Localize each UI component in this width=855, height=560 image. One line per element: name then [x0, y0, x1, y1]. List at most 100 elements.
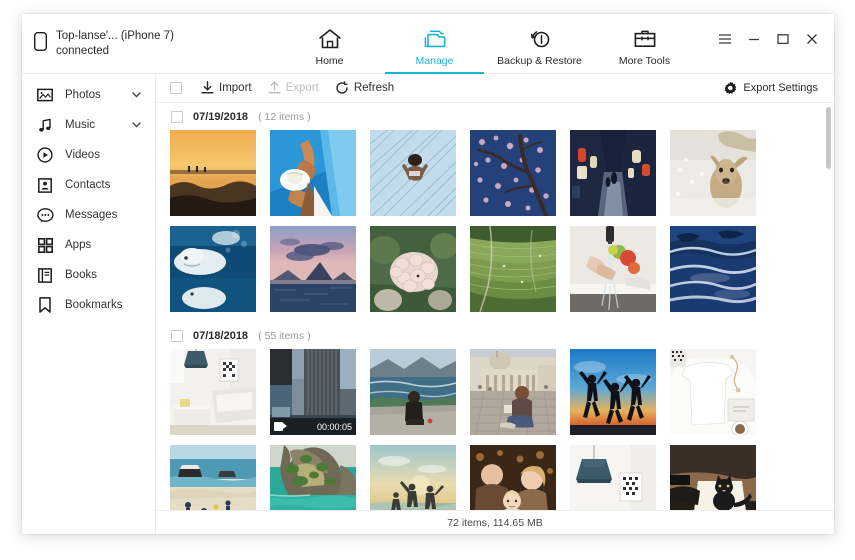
maximize-button[interactable] — [771, 28, 795, 50]
content-panel: Import Export Refresh Export Settings 07… — [156, 74, 834, 534]
nav-label-more-tools: More Tools — [618, 55, 671, 67]
refresh-label: Refresh — [353, 82, 395, 94]
nav-label-manage: Manage — [415, 55, 454, 67]
app-window: Top-lanse'... (iPhone 7) connected Home — [22, 14, 834, 534]
thumbnail-row — [170, 226, 834, 312]
sidebar-item-photos[interactable]: Photos — [22, 80, 155, 110]
export-settings-label: Export Settings — [743, 82, 818, 94]
thumbnail-pool-sunhat[interactable] — [270, 130, 356, 216]
group-checkbox[interactable] — [171, 329, 183, 342]
sidebar-label-photos: Photos — [65, 89, 101, 101]
status-summary: 72 items, 114.65 MB — [447, 516, 543, 529]
sidebar-label-bookmarks: Bookmarks — [65, 299, 123, 311]
thumbnail-cat-on-lap[interactable] — [670, 445, 756, 510]
photo-scroll-area[interactable]: 07/19/2018 ( 12 items ) 07/18/2018 (55 … — [156, 103, 834, 510]
sidebar-item-videos[interactable]: Videos — [22, 140, 155, 170]
import-button[interactable]: Import — [201, 81, 252, 95]
sidebar-label-music: Music — [65, 119, 96, 131]
thumbnail-white-living-room[interactable] — [170, 349, 256, 435]
sidebar-label-contacts: Contacts — [65, 179, 111, 191]
photo-icon — [36, 86, 54, 104]
video-badge: 00:00:05 — [270, 418, 356, 435]
nav-item-manage[interactable]: Manage — [382, 14, 487, 74]
sidebar-item-apps[interactable]: Apps — [22, 230, 155, 260]
thumbnail-swimmer-pool[interactable] — [370, 130, 456, 216]
minimize-button[interactable] — [742, 28, 766, 50]
thumbnail-dusk-mountain-sea[interactable] — [270, 226, 356, 312]
import-label: Import — [219, 82, 252, 94]
toolbox-icon — [632, 26, 658, 52]
import-icon — [201, 81, 214, 94]
export-label: Export — [285, 82, 319, 94]
content-toolbar: Import Export Refresh Export Settings — [156, 74, 834, 103]
thumbnail-couple-sea-sunset[interactable] — [370, 445, 456, 510]
menu-button[interactable] — [713, 28, 737, 50]
group-checkbox[interactable] — [171, 110, 183, 123]
refresh-icon — [336, 81, 348, 94]
thumbnail-tropical-beach-boats[interactable] — [170, 445, 256, 510]
thumbnail-cherry-blossom-night[interactable] — [470, 130, 556, 216]
close-button[interactable] — [800, 28, 824, 50]
chevron-down-icon[interactable] — [132, 120, 141, 130]
thumbnail-limestone-cliff-lagoon[interactable] — [270, 445, 356, 510]
video-duration: 00:00:05 — [316, 421, 352, 432]
nav-item-home[interactable]: Home — [277, 14, 382, 74]
sidebar-label-books: Books — [65, 269, 97, 281]
device-text: Top-lanse'... (iPhone 7) connected — [56, 29, 174, 59]
thumbnail-pendant-lamp-room[interactable] — [570, 445, 656, 510]
sidebar-item-contacts[interactable]: Contacts — [22, 170, 155, 200]
thumbnail-white-tshirt-flatlay[interactable] — [670, 349, 756, 435]
nav-label-home: Home — [315, 55, 344, 67]
chevron-down-icon[interactable] — [132, 90, 141, 100]
body-row: Photos Music Videos Contacts Messages Ap… — [22, 74, 834, 534]
backup-restore-icon — [527, 26, 553, 52]
thumbnail-deer-snow[interactable] — [670, 130, 756, 216]
refresh-button[interactable]: Refresh — [335, 81, 394, 95]
window-controls — [713, 28, 824, 50]
group-header: 07/19/2018 ( 12 items ) — [170, 103, 834, 130]
thumbnail-beluga-whale[interactable] — [170, 226, 256, 312]
sidebar-label-messages: Messages — [65, 209, 118, 221]
book-icon — [36, 266, 54, 284]
message-bubble-icon — [36, 206, 54, 224]
thumbnail-family-portrait[interactable] — [470, 445, 556, 510]
thumbnail-hydrangea-flower[interactable] — [370, 226, 456, 312]
thumbnail-row: 00:00:05 — [170, 349, 834, 435]
thumbnail-woman-sitting-coast[interactable] — [370, 349, 456, 435]
scrollbar-thumb[interactable] — [826, 107, 831, 169]
thumbnail-ocean-waves[interactable] — [670, 226, 756, 312]
sidebar-item-bookmarks[interactable]: Bookmarks — [22, 290, 155, 320]
group-count: ( 55 items ) — [258, 329, 311, 342]
group-date: 07/19/2018 — [193, 110, 249, 123]
group-header: 07/18/2018 ( 55 items ) — [170, 322, 834, 349]
export-button[interactable]: Export — [268, 81, 319, 95]
export-settings-button[interactable]: Export Settings — [723, 81, 818, 95]
sidebar-item-messages[interactable]: Messages — [22, 200, 155, 230]
thumbnail-row — [170, 130, 834, 216]
vertical-scrollbar[interactable] — [826, 107, 831, 506]
thumbnail-rice-terrace-aerial[interactable] — [470, 226, 556, 312]
video-camera-icon — [274, 422, 287, 431]
nav-item-backup-restore[interactable]: Backup & Restore — [487, 14, 592, 74]
thumbnail-tourist-basilica[interactable] — [470, 349, 556, 435]
folder-icon — [422, 26, 448, 52]
thumbnail-city-skyscraper[interactable]: 00:00:05 — [270, 349, 356, 435]
contact-card-icon — [36, 176, 54, 194]
bookmark-icon — [36, 296, 54, 314]
device-info[interactable]: Top-lanse'... (iPhone 7) connected — [22, 29, 272, 59]
thumbnail-lantern-alley[interactable] — [570, 130, 656, 216]
sidebar-item-music[interactable]: Music — [22, 110, 155, 140]
sidebar-item-books[interactable]: Books — [22, 260, 155, 290]
group-date: 07/18/2018 — [193, 329, 249, 342]
play-circle-icon — [36, 146, 54, 164]
home-icon — [318, 26, 342, 52]
device-status: connected — [56, 44, 110, 57]
select-all-checkbox[interactable] — [170, 82, 182, 94]
sidebar-label-videos: Videos — [65, 149, 100, 161]
thumbnail-jumping-silhouettes[interactable] — [570, 349, 656, 435]
phone-icon — [33, 31, 48, 56]
thumbnail-washing-fruit-sink[interactable] — [570, 226, 656, 312]
thumbnail-row — [170, 445, 834, 510]
nav-item-more-tools[interactable]: More Tools — [592, 14, 697, 74]
thumbnail-sunset-beach[interactable] — [170, 130, 256, 216]
